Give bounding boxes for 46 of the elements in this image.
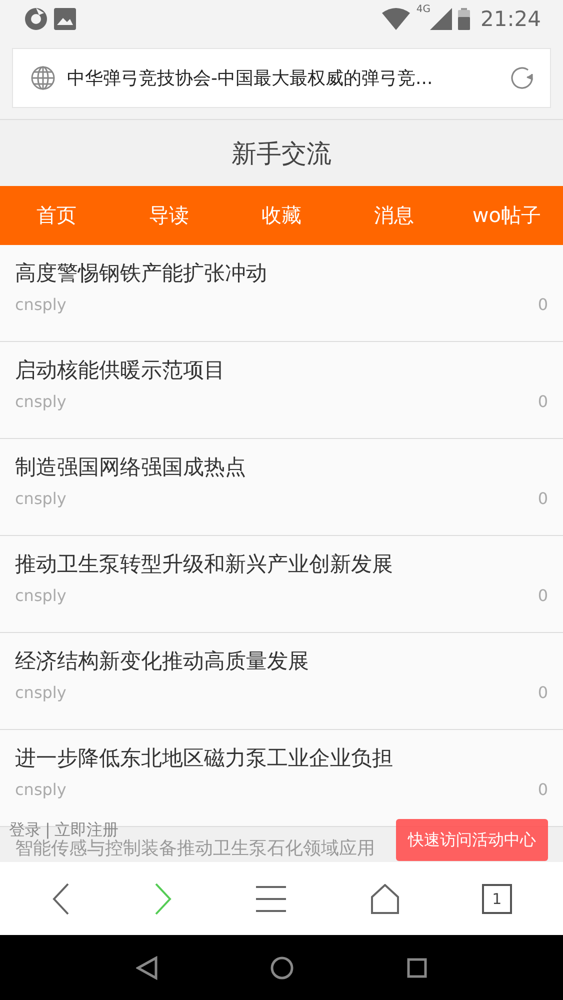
post-title[interactable]: 经济结构新变化推动高质量发展 bbox=[15, 645, 548, 677]
image-icon bbox=[54, 8, 76, 30]
home-icon[interactable] bbox=[370, 884, 400, 914]
reply-count: 0 bbox=[538, 489, 548, 508]
network-label: 4G bbox=[416, 4, 430, 15]
nav-link[interactable]: 消息 bbox=[338, 186, 450, 245]
post-author: cnsply bbox=[15, 586, 66, 605]
separator: | bbox=[45, 820, 50, 839]
menu-icon[interactable] bbox=[255, 884, 288, 912]
wifi-icon bbox=[382, 8, 410, 30]
back-icon[interactable] bbox=[136, 956, 158, 980]
back-icon[interactable] bbox=[51, 882, 72, 916]
address-bar[interactable]: 中华弹弓竞技协会-中国最大最权威的弹弓竞... bbox=[12, 48, 551, 108]
post-author: cnsply bbox=[15, 683, 66, 702]
home-icon[interactable] bbox=[270, 956, 294, 980]
reload-icon[interactable] bbox=[508, 64, 536, 92]
post-title[interactable]: 进一步降低东北地区磁力泵工业企业负担 bbox=[15, 742, 548, 774]
post-title[interactable]: 推动卫生泵转型升级和新兴产业创新发展 bbox=[15, 548, 548, 580]
post-title[interactable]: 制造强国网络强国成热点 bbox=[15, 451, 548, 483]
nav-link[interactable]: 首页 bbox=[0, 186, 113, 245]
login-link[interactable]: 登录 bbox=[9, 820, 41, 841]
register-link[interactable]: 立即注册 bbox=[54, 820, 118, 841]
post-author: cnsply bbox=[15, 489, 66, 508]
activity-center-button[interactable]: 快速访问活动中心 bbox=[396, 819, 548, 861]
reply-count: 0 bbox=[538, 683, 548, 702]
signal-icon bbox=[430, 8, 452, 30]
nav-link[interactable]: 收藏 bbox=[225, 186, 338, 245]
reply-count: 0 bbox=[538, 586, 548, 605]
reply-count: 0 bbox=[538, 780, 548, 799]
post-title[interactable]: 智能传感与控制装备推动卫生泵石化领域应用 bbox=[15, 838, 377, 859]
header-title: 新手交流 bbox=[232, 138, 332, 170]
globe-icon bbox=[31, 66, 55, 90]
post-title[interactable]: 高度警惕钢铁产能扩张冲动 bbox=[15, 257, 548, 289]
nav-link[interactable]: wo帖子 bbox=[450, 186, 563, 245]
post-author: cnsply bbox=[15, 392, 66, 411]
reply-count: 0 bbox=[538, 295, 548, 314]
tab-count-button[interactable]: 1 bbox=[482, 884, 512, 914]
recents-icon[interactable] bbox=[406, 958, 427, 978]
page-title-text: 中华弹弓竞技协会-中国最大最权威的弹弓竞... bbox=[67, 67, 434, 90]
nav-link[interactable]: 导读 bbox=[112, 186, 226, 245]
post-author: cnsply bbox=[15, 780, 66, 799]
reply-count: 0 bbox=[538, 392, 548, 411]
post-title[interactable]: 启动核能供暖示范项目 bbox=[15, 354, 548, 386]
battery-icon bbox=[458, 8, 470, 30]
clock-time: 21:24 bbox=[480, 7, 541, 31]
post-author: cnsply bbox=[15, 295, 66, 314]
